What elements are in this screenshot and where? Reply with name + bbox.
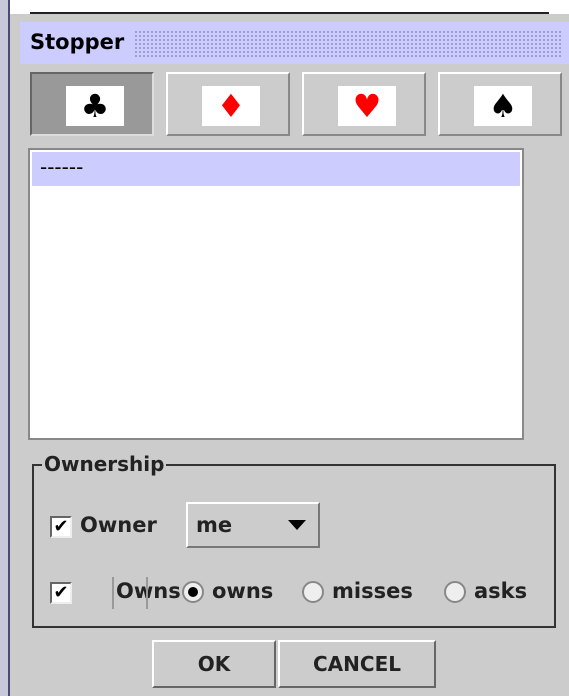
radio-asks[interactable]	[444, 581, 466, 603]
stopper-dialog: Stopper ♣ ♦ ♥ ♠ ------ Ownership ✔ Owner…	[0, 0, 569, 696]
radio-owns-label: owns	[212, 579, 274, 603]
window-frame-top	[10, 0, 569, 14]
hearts-button[interactable]: ♥	[302, 72, 426, 136]
diamonds-icon: ♦	[202, 86, 260, 126]
owner-dropdown-value: me	[196, 513, 233, 537]
clubs-icon: ♣	[66, 86, 124, 126]
stopper-list[interactable]: ------	[28, 148, 524, 440]
window-title: Stopper	[30, 30, 125, 54]
radio-misses[interactable]	[302, 581, 324, 603]
diamonds-button[interactable]: ♦	[166, 72, 290, 136]
ownership-group: Ownership ✔ Owner me ✔ Owns owns misses …	[32, 452, 556, 628]
chevron-down-icon	[288, 520, 306, 530]
list-item[interactable]: ------	[32, 152, 520, 186]
owns-checkbox[interactable]: ✔	[50, 582, 72, 604]
owns-label: Owns	[116, 579, 181, 603]
title-bar[interactable]: Stopper	[20, 22, 569, 64]
owner-checkbox[interactable]: ✔	[50, 516, 72, 538]
spades-icon: ♠	[474, 86, 532, 126]
title-bar-grip	[134, 30, 563, 58]
owner-label: Owner	[80, 513, 157, 537]
focus-marker	[112, 577, 114, 609]
focus-marker	[146, 577, 148, 609]
radio-asks-label: asks	[474, 579, 528, 603]
window-frame-left	[0, 0, 10, 696]
ok-button[interactable]: OK	[152, 640, 276, 688]
owner-dropdown[interactable]: me	[186, 502, 320, 548]
hearts-icon: ♥	[338, 86, 396, 126]
radio-owns[interactable]	[182, 581, 204, 603]
spades-button[interactable]: ♠	[438, 72, 562, 136]
ownership-title: Ownership	[42, 452, 167, 476]
clubs-button[interactable]: ♣	[30, 72, 154, 136]
radio-misses-label: misses	[332, 579, 413, 603]
cancel-button[interactable]: CANCEL	[278, 640, 436, 688]
